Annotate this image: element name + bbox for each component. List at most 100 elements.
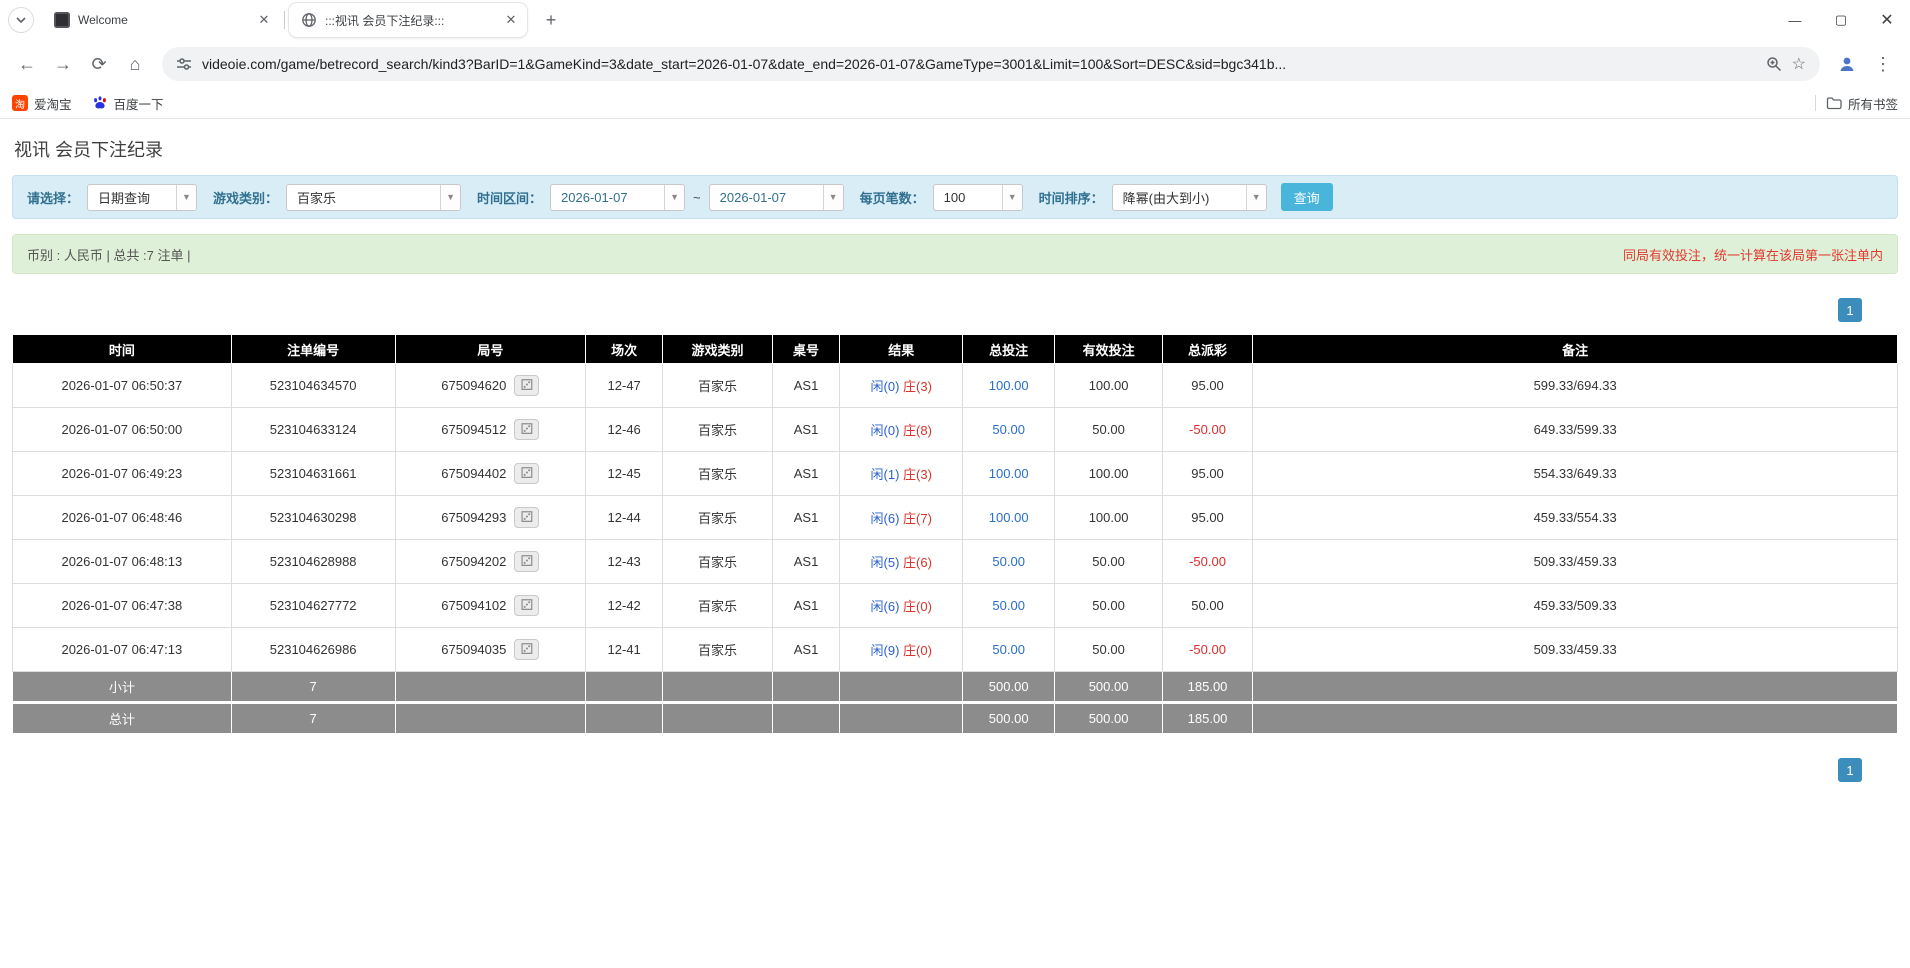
round-replay-icon[interactable]: ⚂ (514, 595, 540, 616)
maximize-button[interactable]: ▢ (1818, 0, 1864, 40)
cell-session: 12-41 (585, 627, 664, 672)
subtotal-row: 小计 7 500.00 500.00 185.00 (12, 671, 1898, 703)
cell-time: 2026-01-07 06:47:13 (12, 627, 232, 672)
address-bar[interactable]: videoie.com/game/betrecord_search/kind3?… (162, 47, 1820, 81)
total-bet-link[interactable]: 100.00 (989, 466, 1029, 481)
new-tab-button[interactable]: + (537, 6, 565, 34)
site-settings-icon[interactable] (176, 56, 192, 72)
cell-result: 闲(0) 庄(8) (839, 407, 963, 452)
date-end-select[interactable]: 2026-01-07 ▼ (708, 183, 844, 211)
round-number: 675094293 (441, 510, 507, 525)
tab-search-button[interactable] (8, 7, 34, 33)
cell-round: 675094035 ⚂ (394, 627, 587, 672)
close-button[interactable]: ✕ (1864, 0, 1910, 40)
date-range-label: 时间区间： (477, 190, 543, 206)
cell-total-bet: 100.00 (961, 495, 1056, 540)
query-type-select[interactable]: 日期查询 ▼ (87, 183, 198, 211)
total-bet-link[interactable]: 50.00 (992, 598, 1025, 613)
cell-bet-id: 523104627772 (230, 583, 396, 628)
bookmark-baidu[interactable]: 百度一下 (92, 94, 164, 113)
total-bet-link[interactable]: 100.00 (989, 510, 1029, 525)
round-replay-icon[interactable]: ⚂ (514, 639, 540, 660)
table-row: 2026-01-07 06:50:00 523104633124 6750945… (12, 407, 1898, 452)
back-button[interactable]: ← (10, 47, 44, 81)
date-start-select[interactable]: 2026-01-07 ▼ (550, 183, 686, 211)
browser-tab-welcome[interactable]: Welcome ✕ (42, 3, 280, 37)
cell-session: 12-47 (585, 363, 664, 408)
col-table-no: 桌号 (771, 334, 841, 364)
round-replay-icon[interactable]: ⚂ (514, 419, 540, 440)
forward-button[interactable]: → (46, 47, 80, 81)
cell-valid-bet: 50.00 (1054, 627, 1163, 672)
bookmark-label: 百度一下 (113, 97, 164, 112)
cell-valid-bet: 100.00 (1054, 495, 1163, 540)
bet-table-body: 2026-01-07 06:50:37 523104634570 6750946… (12, 363, 1898, 672)
all-bookmarks-button[interactable]: 所有书签 (1826, 94, 1898, 113)
tab-close-icon[interactable]: ✕ (256, 12, 272, 28)
game-kind-select[interactable]: 百家乐 ▼ (286, 183, 462, 211)
page-content: 视讯 会员下注纪录 请选择： 日期查询 ▼ 游戏类别： 百家乐 ▼ 时间区间： … (0, 136, 1910, 782)
page-number-button[interactable]: 1 (1838, 298, 1862, 322)
total-bet-link[interactable]: 100.00 (989, 378, 1029, 393)
minimize-button[interactable]: — (1772, 0, 1818, 40)
cell-table-no: AS1 (771, 627, 841, 672)
cell-round: 675094102 ⚂ (394, 583, 587, 628)
chevron-down-icon: ▼ (1001, 184, 1022, 210)
cell-time: 2026-01-07 06:50:37 (12, 363, 232, 408)
bookmark-aitaobao[interactable]: 淘 爱淘宝 (12, 94, 72, 113)
sort-label: 时间排序： (1038, 190, 1104, 206)
cell-time: 2026-01-07 06:50:00 (12, 407, 232, 452)
round-replay-icon[interactable]: ⚂ (514, 463, 540, 484)
round-number: 675094512 (441, 422, 507, 437)
col-time: 时间 (12, 334, 232, 364)
grand-total-row: 总计 7 500.00 500.00 185.00 (12, 701, 1898, 734)
total-bet-link[interactable]: 50.00 (992, 554, 1025, 569)
round-replay-icon[interactable]: ⚂ (514, 375, 540, 396)
menu-icon[interactable]: ⋮ (1866, 47, 1900, 81)
tab-close-icon[interactable]: ✕ (503, 12, 519, 28)
round-number: 675094035 (441, 642, 507, 657)
round-replay-icon[interactable]: ⚂ (514, 507, 540, 528)
col-note: 备注 (1252, 334, 1898, 364)
chevron-down-icon: ▼ (176, 184, 197, 210)
table-row: 2026-01-07 06:48:13 523104628988 6750942… (12, 539, 1898, 584)
col-total-bet: 总投注 (961, 334, 1056, 364)
table-row: 2026-01-07 06:48:46 523104630298 6750942… (12, 495, 1898, 540)
zoom-icon[interactable] (1766, 56, 1782, 72)
round-number: 675094620 (441, 378, 507, 393)
table-row: 2026-01-07 06:47:38 523104627772 6750941… (12, 583, 1898, 628)
cell-table-no: AS1 (771, 407, 841, 452)
cell-bet-id: 523104633124 (230, 407, 396, 452)
sort-select[interactable]: 降幂(由大到小) ▼ (1111, 183, 1267, 211)
total-bet-link[interactable]: 50.00 (992, 422, 1025, 437)
search-button[interactable]: 查询 (1280, 183, 1333, 211)
home-button[interactable]: ⌂ (118, 47, 152, 81)
banker-result: 庄(0) (903, 599, 932, 614)
cell-payout: 95.00 (1161, 495, 1254, 540)
per-page-select[interactable]: 100 ▼ (932, 183, 1023, 211)
bookmarks-divider (1814, 95, 1816, 111)
reload-button[interactable]: ⟳ (82, 47, 116, 81)
bookmark-star-icon[interactable]: ☆ (1792, 54, 1806, 74)
cell-table-no: AS1 (771, 363, 841, 408)
cell-note: 649.33/599.33 (1252, 407, 1898, 452)
page-number-button[interactable]: 1 (1838, 758, 1862, 782)
round-number: 675094402 (441, 466, 507, 481)
cell-bet-id: 523104630298 (230, 495, 396, 540)
profile-icon[interactable] (1830, 47, 1864, 81)
cell-table-no: AS1 (771, 583, 841, 628)
browser-tab-betrecord[interactable]: :::视讯 会员下注纪录::: ✕ (289, 3, 527, 37)
cell-session: 12-45 (585, 451, 664, 496)
cell-round: 675094293 ⚂ (394, 495, 587, 540)
round-replay-icon[interactable]: ⚂ (514, 551, 540, 572)
cell-time: 2026-01-07 06:49:23 (12, 451, 232, 496)
player-result: 闲(1) (870, 467, 900, 482)
cell-total-bet: 50.00 (961, 583, 1056, 628)
col-result: 结果 (839, 334, 963, 364)
baidu-paw-icon (93, 96, 106, 109)
cell-table-no: AS1 (771, 495, 841, 540)
banker-result: 庄(6) (903, 555, 932, 570)
total-bet-link[interactable]: 50.00 (992, 642, 1025, 657)
cell-result: 闲(1) 庄(3) (839, 451, 963, 496)
bet-record-table: 时间 注单编号 局号 场次 游戏类别 桌号 结果 总投注 有效投注 总派彩 备注… (12, 334, 1898, 734)
